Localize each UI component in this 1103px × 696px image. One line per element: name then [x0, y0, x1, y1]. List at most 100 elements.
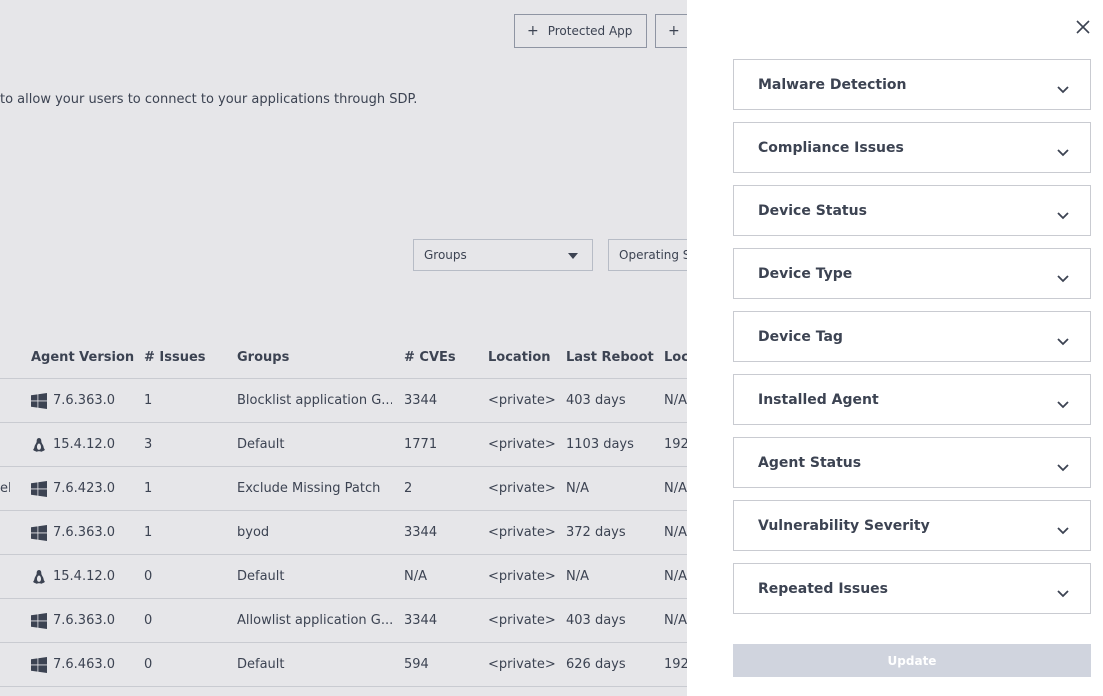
groups-cell: byod — [237, 525, 270, 540]
location-cell: <private> — [488, 393, 556, 408]
header-issues[interactable]: # Issues — [144, 336, 234, 378]
last-reboot-cell: 626 days — [566, 657, 626, 672]
accordion-compliance-issues[interactable]: Compliance Issues — [733, 122, 1091, 173]
accordion-repeated-issues[interactable]: Repeated Issues — [733, 563, 1091, 614]
accordion-installed-agent[interactable]: Installed Agent — [733, 374, 1091, 425]
agent-version-value: 7.6.363.0 — [53, 393, 116, 408]
add-protected-app-label: Protected App — [547, 24, 633, 38]
table-row[interactable]: 15.4.12.0 3 Default 1771 <private> 1103 days 1… — [0, 423, 687, 467]
linux-icon — [31, 437, 47, 453]
accordion-label: Repeated Issues — [758, 580, 888, 597]
last-reboot-cell: 372 days — [566, 525, 626, 540]
chevron-down-icon — [1056, 395, 1070, 409]
last-reboot-cell: 1103 days — [566, 437, 634, 452]
local-cell: 192. — [664, 437, 687, 452]
devices-table: Agent Version # Issues Groups # CVEs Loc… — [0, 336, 687, 687]
operating-system-filter-label: Operating Sy — [619, 248, 687, 262]
chevron-down-icon — [1056, 458, 1070, 472]
plus-icon: + — [527, 23, 539, 39]
table-row[interactable]: 15.4.12.0 0 Default N/A <private> N/A N/A — [0, 555, 687, 599]
local-cell: N/A — [664, 613, 687, 628]
accordion-label: Malware Detection — [758, 76, 907, 93]
header-local[interactable]: Loc — [664, 336, 687, 378]
table-row[interactable]: 7.6.363.0 1 byod 3344 <private> 372 days N/A — [0, 511, 687, 555]
local-cell: N/A — [664, 569, 687, 584]
agent-version-cell: 7.6.423.0 — [31, 467, 141, 510]
accordion-malware-detection[interactable]: Malware Detection — [733, 59, 1091, 110]
groups-filter[interactable]: Groups — [413, 239, 593, 271]
header-location[interactable]: Location — [488, 336, 563, 378]
agent-version-cell: 7.6.363.0 — [31, 379, 141, 422]
filter-drawer: Malware Detection Compliance Issues Device… — [687, 0, 1103, 696]
add-protected-app-button[interactable]: + Protected App — [514, 14, 647, 48]
agent-version-cell: 7.6.363.0 — [31, 599, 141, 642]
accordion-device-status[interactable]: Device Status — [733, 185, 1091, 236]
chevron-down-icon — [1056, 521, 1070, 535]
groups-cell: Exclude Missing Patch — [237, 481, 381, 496]
agent-version-cell: 15.4.12.0 — [31, 555, 141, 598]
agent-version-value: 7.6.423.0 — [53, 481, 116, 496]
row-edge-text — [0, 511, 10, 554]
agent-version-cell: 7.6.463.0 — [31, 643, 141, 686]
accordion-vulnerability-severity[interactable]: Vulnerability Severity — [733, 500, 1091, 551]
chevron-down-icon — [1056, 269, 1070, 283]
location-cell: <private> — [488, 569, 556, 584]
header-agent-version[interactable]: Agent Version — [31, 336, 141, 378]
chevron-down-icon — [1056, 584, 1070, 598]
issues-cell: 0 — [144, 569, 153, 584]
cves-cell: N/A — [404, 569, 427, 584]
row-edge-text: el — [0, 481, 10, 496]
header-last-reboot[interactable]: Last Reboot — [566, 336, 661, 378]
issues-cell: 1 — [144, 525, 153, 540]
table-row[interactable]: 7.6.463.0 0 Default 594 <private> 626 days 192… — [0, 643, 687, 687]
row-edge-text — [0, 423, 10, 466]
chevron-down-icon — [1056, 80, 1070, 94]
windows-icon — [31, 480, 47, 497]
cves-cell: 1771 — [404, 437, 438, 452]
issues-cell: 3 — [144, 437, 153, 452]
issues-cell: 0 — [144, 613, 153, 628]
issues-cell: 1 — [144, 481, 153, 496]
windows-icon — [31, 656, 47, 673]
table-header-row: Agent Version # Issues Groups # CVEs Loc… — [0, 336, 687, 379]
cves-cell: 3344 — [404, 525, 438, 540]
agent-version-cell: 15.4.12.0 — [31, 423, 141, 466]
row-edge-text — [0, 599, 10, 642]
chevron-down-icon — [1056, 332, 1070, 346]
agent-version-value: 7.6.463.0 — [53, 657, 116, 672]
table-row[interactable]: el 7.6.423.0 1 Exclude Missing Patch 2 <priva… — [0, 467, 687, 511]
header-groups[interactable]: Groups — [237, 336, 392, 378]
location-cell: <private> — [488, 525, 556, 540]
accordion-agent-status[interactable]: Agent Status — [733, 437, 1091, 488]
header-cves[interactable]: # CVEs — [404, 336, 484, 378]
accordion-label: Compliance Issues — [758, 139, 904, 156]
close-icon[interactable] — [1073, 17, 1093, 37]
groups-filter-label: Groups — [424, 248, 467, 262]
groups-cell: Blocklist application G... — [237, 393, 392, 408]
accordion-label: Agent Status — [758, 454, 862, 471]
location-cell: <private> — [488, 657, 556, 672]
last-reboot-cell: N/A — [566, 569, 589, 584]
add-secondary-button[interactable]: + — [655, 14, 687, 48]
windows-icon — [31, 612, 47, 629]
operating-system-filter[interactable]: Operating Sy — [608, 239, 687, 271]
agent-version-value: 15.4.12.0 — [53, 437, 116, 452]
accordion-device-type[interactable]: Device Type — [733, 248, 1091, 299]
agent-version-cell: 7.6.363.0 — [31, 511, 141, 554]
accordion-label: Installed Agent — [758, 391, 879, 408]
agent-version-value: 7.6.363.0 — [53, 613, 116, 628]
local-cell: N/A — [664, 525, 687, 540]
page-description: to allow your users to connect to your a… — [0, 92, 418, 107]
accordion-label: Vulnerability Severity — [758, 517, 930, 534]
groups-cell: Default — [237, 437, 285, 452]
accordion-device-tag[interactable]: Device Tag — [733, 311, 1091, 362]
local-cell: 192. — [664, 657, 687, 672]
linux-icon — [31, 569, 47, 585]
last-reboot-cell: N/A — [566, 481, 589, 496]
plus-icon: + — [668, 23, 680, 39]
table-row[interactable]: 7.6.363.0 0 Allowlist application G... 3344… — [0, 599, 687, 643]
location-cell: <private> — [488, 481, 556, 496]
update-button[interactable]: Update — [733, 644, 1091, 677]
location-cell: <private> — [488, 613, 556, 628]
table-row[interactable]: 7.6.363.0 1 Blocklist application G... 3344… — [0, 379, 687, 423]
